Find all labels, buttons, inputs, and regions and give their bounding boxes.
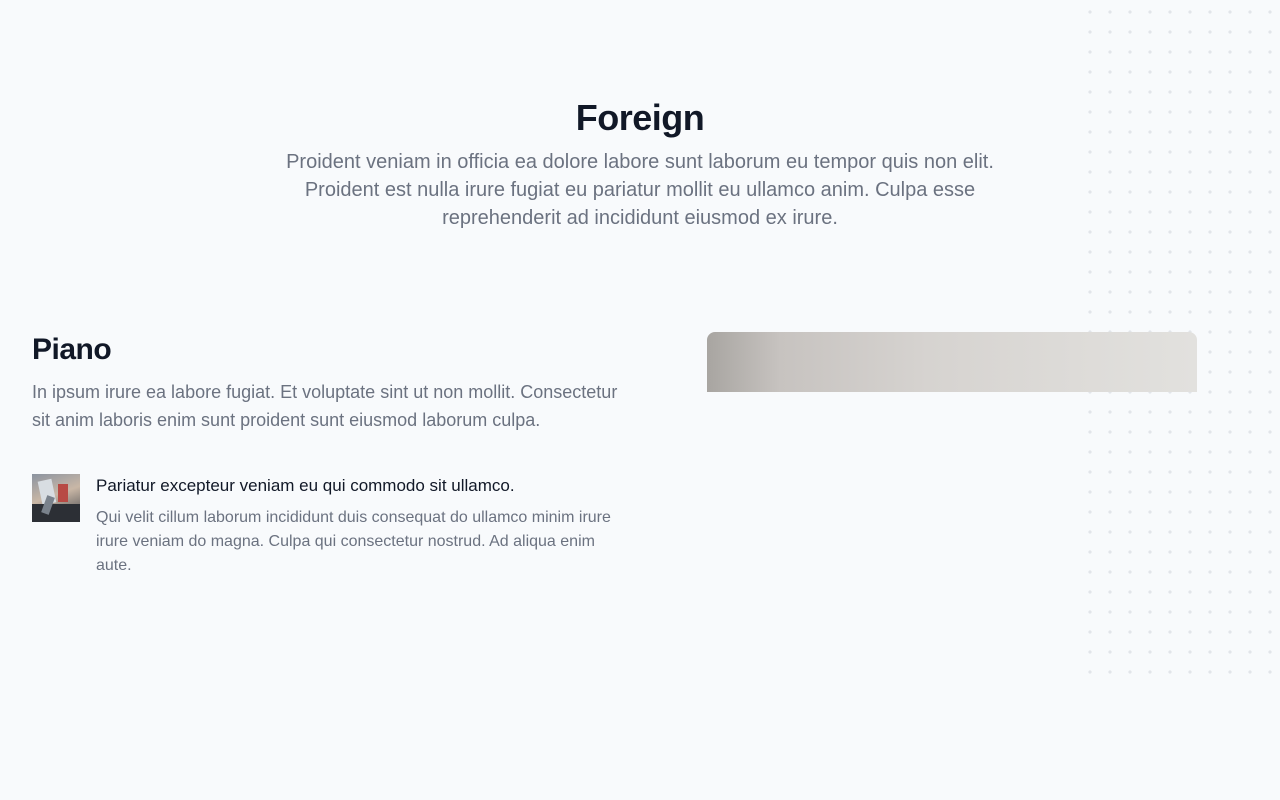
- feature-title: Piano: [32, 333, 112, 366]
- feature-item-title: Pariatur excepteur veniam eu qui commodo…: [96, 476, 515, 495]
- hero-description: Proident veniam in officia ea dolore lab…: [286, 151, 994, 229]
- hero-section: Foreign Proident veniam in officia ea do…: [0, 96, 1280, 232]
- feature-item-thumbnail: [32, 474, 80, 522]
- feature-item-body: Qui velit cillum laborum incididunt duis…: [96, 509, 611, 574]
- feature-list-item: Pariatur excepteur veniam eu qui commodo…: [32, 474, 632, 578]
- feature-section: Piano In ipsum irure ea labore fugiat. E…: [32, 330, 632, 578]
- feature-description: In ipsum irure ea labore fugiat. Et volu…: [32, 382, 618, 430]
- page-title: Foreign: [575, 97, 705, 138]
- feature-image: [707, 332, 1197, 392]
